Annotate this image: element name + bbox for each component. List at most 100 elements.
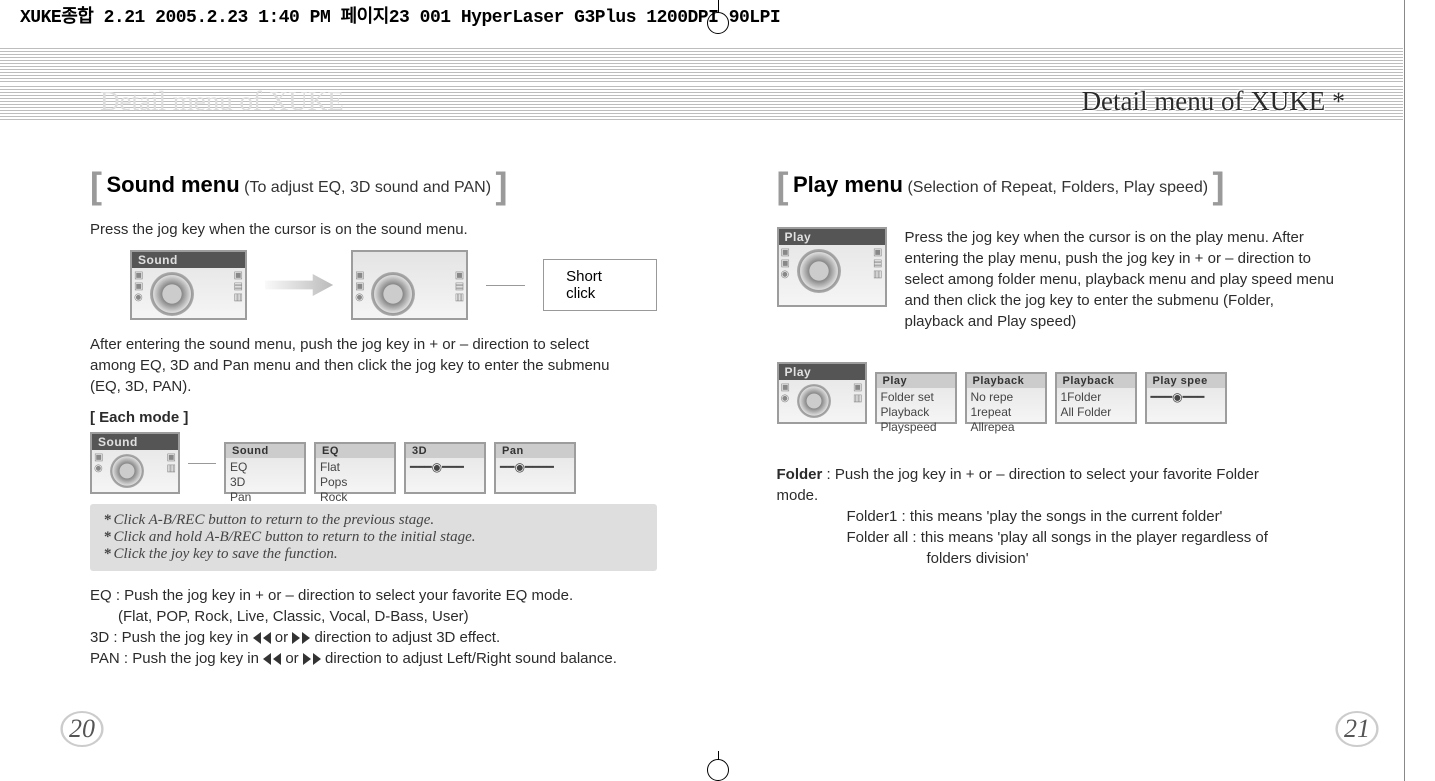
lcd-left-icons: ▣◉ — [781, 382, 790, 404]
note-text: Click and hold A-B/REC button to return … — [114, 529, 476, 545]
sound-menu-title: Sound menu — [106, 172, 239, 197]
folder-description: Folder : Push the jog key in + or – dire… — [777, 464, 1297, 506]
bracket-open-icon: [ — [90, 165, 102, 206]
eq-description: EQ : Push the jog key in + or – directio… — [90, 585, 657, 606]
lcd-sound-submenu: Sound EQ 3D Pan — [224, 442, 306, 494]
notes-box: *Click A-B/REC button to return to the p… — [90, 504, 657, 571]
lcd-menu-list: EQ 3D Pan — [226, 458, 304, 507]
page-number-left: 20 — [64, 711, 100, 747]
folder-body-text: : Push the jog key in + or – direction t… — [777, 466, 1259, 504]
lcd-eq: EQ Flat Pops Rock — [314, 442, 396, 494]
page-title-right: Detail menu of XUKE * — [1082, 86, 1345, 117]
lcd-right-icons: ▣▥ — [167, 452, 176, 474]
each-mode-screens: Sound ▣◉ ▣▥ Sound EQ 3D Pan EQ Flat Pops… — [90, 432, 657, 494]
sound-intro-text: Press the jog key when the cursor is on … — [90, 219, 657, 240]
crop-trim-right — [1404, 0, 1405, 781]
folder-label: Folder — [777, 466, 823, 483]
lcd-sound-zoom: ▣▣◉ ▣▤▥ — [351, 250, 468, 320]
lcd-right-icons: ▣▤▥ — [873, 247, 882, 280]
lcd-title: Sound — [226, 444, 304, 458]
lcd-title: Playback — [967, 374, 1045, 388]
lcd-slider: ━━━◉━━━ — [1147, 388, 1225, 407]
lcd-title: Playback — [1057, 374, 1135, 388]
lcd-title: Play — [779, 229, 885, 245]
lcd-title: Play — [877, 374, 955, 388]
lcd-title: 3D — [406, 444, 484, 458]
pan-description: PAN : Push the jog key in or direction t… — [90, 648, 657, 669]
lcd-play-main: Play ▣▣◉ ▣▤▥ — [777, 227, 887, 307]
each-mode-heading: [ Each mode ] — [90, 407, 657, 428]
text-fragment: 3D : Push the jog key in — [90, 629, 248, 646]
jog-left-icon — [253, 632, 271, 644]
page-number-oval — [60, 711, 103, 747]
folderall-text-b: folders division' — [777, 548, 1344, 569]
eq-modes-list: (Flat, POP, Rock, Live, Classic, Vocal, … — [90, 606, 657, 627]
text-fragment: direction to adjust 3D effect. — [314, 629, 500, 646]
lcd-right-icons: ▣▥ — [853, 382, 862, 404]
lcd-left-icons: ▣▣◉ — [355, 270, 364, 303]
disc-icon — [110, 454, 144, 488]
sound-screens-row: Sound ▣▣◉ ▣▤▥ ▣▣◉ ▣▤▥ Short click — [130, 250, 657, 320]
disc-icon — [371, 272, 415, 316]
sound-menu-subtitle: (To adjust EQ, 3D sound and PAN) — [244, 179, 491, 196]
arrow-right-icon — [265, 274, 333, 296]
note-text: Click A-B/REC button to return to the pr… — [114, 512, 435, 528]
lcd-sound-initial: Sound ▣▣◉ ▣▤▥ — [130, 250, 247, 320]
lcd-pan: Pan ━━◉━━━━ — [494, 442, 576, 494]
lcd-left-icons: ▣▣◉ — [781, 247, 790, 280]
short-click-callout: Short click — [543, 259, 656, 311]
page-number-right: 21 — [1339, 711, 1375, 747]
lcd-playspeed: Play spee ━━━◉━━━ — [1145, 372, 1227, 424]
bracket-close-icon: ] — [1213, 165, 1225, 206]
lcd-title: EQ — [316, 444, 394, 458]
lcd-title: Sound — [92, 434, 178, 450]
decorative-stripe-top — [0, 48, 1403, 84]
lcd-playback-1: Playback No repe 1repeat Allrepea — [965, 372, 1047, 424]
3d-description: 3D : Push the jog key in or direction to… — [90, 627, 657, 648]
lcd-3d: 3D ━━━◉━━━ — [404, 442, 486, 494]
play-section-heading: [ Play menu (Selection of Repeat, Folder… — [777, 165, 1344, 207]
lcd-play-submenu: Play Folder set Playback Playspeed — [875, 372, 957, 424]
lcd-right-icons: ▣▤▥ — [455, 270, 464, 303]
play-screens-row: Play ▣◉ ▣▥ Play Folder set Playback Play… — [777, 362, 1344, 424]
connector-line — [188, 463, 216, 464]
lcd-left-icons: ▣▣◉ — [134, 270, 143, 303]
disc-icon — [797, 384, 831, 418]
disc-icon — [797, 249, 841, 293]
print-job-header: XUKE종합 2.21 2005.2.23 1:40 PM 페이지23 001 … — [20, 2, 780, 28]
page-title-right-text: Detail menu of XUKE — [1082, 86, 1326, 116]
lcd-title: Play — [779, 364, 865, 380]
lcd-left-icons: ▣◉ — [94, 452, 103, 474]
lcd-play-initial: Play ▣◉ ▣▥ — [777, 362, 867, 424]
lcd-sound-main: Sound ▣◉ ▣▥ — [90, 432, 180, 494]
disc-icon — [150, 272, 194, 316]
lcd-title: Sound — [132, 252, 245, 268]
asterisk-icon: * — [1332, 87, 1345, 116]
note-line-1: *Click A-B/REC button to return to the p… — [104, 512, 643, 529]
play-menu-subtitle: (Selection of Repeat, Folders, Play spee… — [907, 179, 1208, 196]
folder1-text: Folder1 : this means 'play the songs in … — [777, 506, 1344, 527]
text-fragment: or — [275, 629, 288, 646]
lcd-slider: ━━━◉━━━ — [406, 458, 484, 477]
callout-connector — [486, 285, 525, 286]
lcd-title: Pan — [496, 444, 574, 458]
left-page: [ Sound menu (To adjust EQ, 3D sound and… — [0, 155, 707, 721]
lcd-menu-list: 1Folder All Folder — [1057, 388, 1135, 422]
crop-register-bottom — [707, 759, 729, 781]
note-line-2: *Click and hold A-B/REC button to return… — [104, 529, 643, 546]
note-text: Click the joy key to save the function. — [114, 546, 338, 562]
jog-right-icon — [292, 632, 310, 644]
bracket-close-icon: ] — [496, 165, 508, 206]
sound-after-enter-text: After entering the sound menu, push the … — [90, 334, 630, 397]
page-title-left: Detail menu of XUKE — [100, 86, 344, 117]
bracket-open-icon: [ — [777, 165, 789, 206]
text-fragment: direction to adjust Left/Right sound bal… — [325, 650, 617, 667]
lcd-menu-list: Flat Pops Rock — [316, 458, 394, 507]
sound-section-heading: [ Sound menu (To adjust EQ, 3D sound and… — [90, 165, 657, 207]
play-intro-text: Press the jog key when the cursor is on … — [905, 227, 1335, 332]
note-line-3: *Click the joy key to save the function. — [104, 546, 643, 563]
lcd-menu-list: Folder set Playback Playspeed — [877, 388, 955, 437]
lcd-playback-2: Playback 1Folder All Folder — [1055, 372, 1137, 424]
text-fragment: or — [285, 650, 298, 667]
page-number-oval — [1335, 711, 1378, 747]
